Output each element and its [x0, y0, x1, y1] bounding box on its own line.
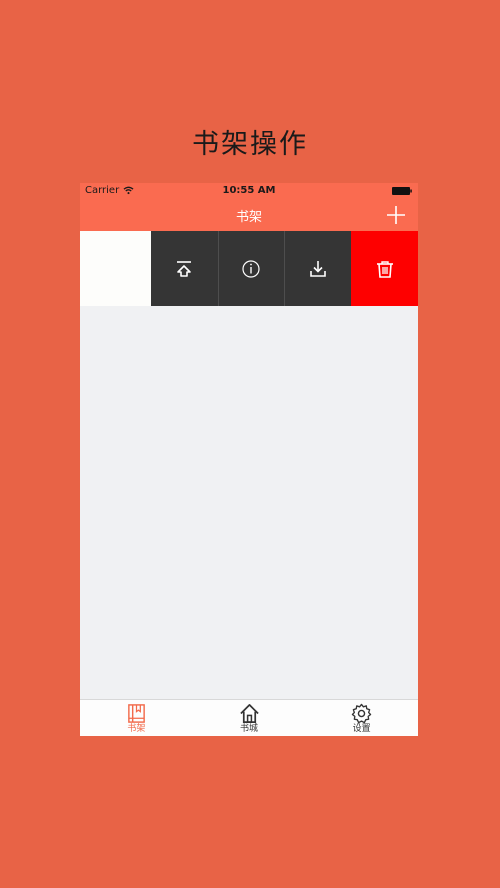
- nav-bar: 书架: [80, 199, 418, 231]
- plus-icon: [387, 206, 405, 224]
- phone-screen: Carrier 10:55 AM 书架 书架 书城 设置: [80, 183, 418, 736]
- tab-bookstore[interactable]: 书城: [193, 700, 306, 736]
- home-icon: [239, 704, 259, 723]
- status-bar: Carrier 10:55 AM: [80, 183, 418, 199]
- nav-title: 书架: [235, 210, 262, 225]
- book-row-content[interactable]: [80, 231, 151, 306]
- tab-label-settings: 设置: [352, 724, 371, 734]
- tab-label-bookstore: 书城: [240, 724, 259, 734]
- tab-bookshelf[interactable]: 书架: [80, 700, 193, 736]
- info-icon: [242, 259, 261, 278]
- bookshelf-icon: [127, 704, 145, 723]
- promo-title: 书架操作: [192, 129, 308, 160]
- battery-icon: [392, 187, 412, 195]
- move-to-top-button[interactable]: [150, 231, 218, 306]
- gear-icon: [351, 703, 372, 724]
- status-time: 10:55 AM: [222, 185, 276, 196]
- tab-settings[interactable]: 设置: [305, 700, 418, 736]
- tab-bar: 书架 书城 设置: [80, 699, 418, 736]
- download-button[interactable]: [284, 231, 352, 306]
- tab-label-bookshelf: 书架: [127, 724, 146, 734]
- info-button[interactable]: [217, 231, 285, 306]
- download-icon: [310, 260, 327, 277]
- add-button[interactable]: [384, 203, 408, 227]
- delete-button[interactable]: [351, 231, 418, 306]
- trash-icon: [376, 260, 393, 278]
- move-to-top-icon: [177, 260, 192, 277]
- book-row[interactable]: [80, 231, 418, 306]
